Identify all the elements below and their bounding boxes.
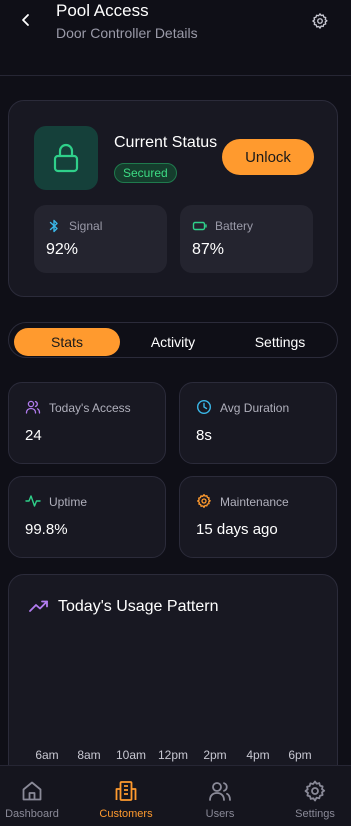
stat-value: 15 days ago (196, 521, 278, 538)
users-icon (209, 782, 231, 801)
stat-card-uptime: Uptime 99.8% (8, 476, 166, 558)
signal-metric: Signal 92% (34, 205, 167, 273)
battery-value: 87% (192, 241, 225, 258)
bottom-nav: Dashboard Customers Users Settings (0, 765, 351, 826)
nav-item-dashboard[interactable]: Dashboard (0, 766, 76, 826)
nav-label: Customers (99, 808, 153, 820)
status-badge: Secured (114, 163, 177, 183)
nav-label: Dashboard (5, 808, 59, 820)
x-tick-label: 8am (77, 748, 101, 762)
x-tick-label: 6am (35, 748, 59, 762)
trending-up-icon (29, 600, 48, 612)
stat-label: Avg Duration (220, 401, 290, 415)
x-tick-label: 4pm (246, 748, 270, 762)
stat-value: 99.8% (25, 521, 68, 538)
users-icon (25, 400, 41, 414)
tab-bar: Stats Activity Settings (8, 322, 338, 358)
gear-icon (197, 494, 211, 508)
signal-label: Signal (69, 219, 103, 233)
lock-icon (53, 143, 79, 173)
nav-label: Settings (295, 808, 335, 820)
back-button[interactable] (18, 10, 34, 30)
clock-icon (196, 399, 212, 415)
page-subtitle: Door Controller Details (56, 25, 198, 41)
battery-icon (192, 221, 207, 231)
chevron-left-icon (22, 14, 29, 26)
stat-card-todays-access: Today's Access 24 (8, 382, 166, 464)
stat-label: Uptime (49, 495, 88, 509)
header: Pool Access Door Controller Details (0, 0, 351, 76)
lock-status-tile (34, 126, 98, 190)
nav-item-users[interactable]: Users (176, 766, 264, 826)
nav-label: Users (205, 808, 235, 820)
building-icon (115, 781, 137, 801)
battery-label: Battery (215, 219, 254, 233)
stat-label: Maintenance (220, 495, 289, 509)
nav-item-customers[interactable]: Customers (82, 766, 170, 826)
battery-metric: Battery 87% (180, 205, 313, 273)
stat-card-avg-duration: Avg Duration 8s (179, 382, 337, 464)
settings-button[interactable] (311, 12, 329, 30)
x-tick-label: 2pm (203, 748, 227, 762)
x-tick-label: 6pm (288, 748, 312, 762)
status-card: Current Status Secured Unlock Signal 92%… (8, 100, 338, 297)
stat-label: Today's Access (49, 401, 131, 415)
stat-value: 24 (25, 427, 42, 444)
bluetooth-icon (49, 219, 58, 233)
tab-stats[interactable]: Stats (14, 328, 120, 356)
usage-chart-title: Today's Usage Pattern (58, 598, 219, 615)
gear-icon (304, 780, 326, 802)
stat-card-maintenance: Maintenance 15 days ago (179, 476, 337, 558)
home-icon (22, 781, 42, 801)
activity-icon (25, 495, 41, 507)
tab-activity[interactable]: Activity (120, 328, 226, 356)
current-status-label: Current Status (114, 134, 218, 151)
tab-settings[interactable]: Settings (227, 328, 333, 356)
unlock-button[interactable]: Unlock (222, 139, 314, 175)
x-tick-label: 12pm (157, 748, 189, 762)
x-tick-label: 10am (115, 748, 147, 762)
gear-icon (312, 13, 328, 29)
nav-item-settings[interactable]: Settings (271, 766, 351, 826)
signal-value: 92% (46, 241, 79, 258)
page-title: Pool Access (56, 1, 149, 20)
stat-value: 8s (196, 427, 212, 444)
